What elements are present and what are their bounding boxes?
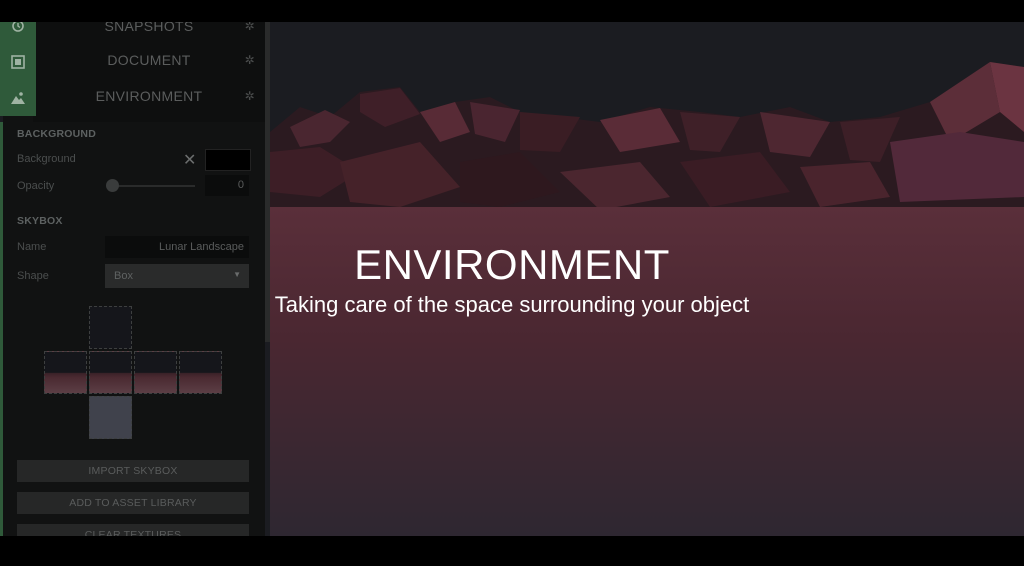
skybox-face-back[interactable] — [179, 351, 222, 394]
document-nav-button[interactable] — [0, 44, 36, 80]
clear-textures-button[interactable]: CLEAR TEXTURES — [17, 524, 249, 536]
nav-strip — [0, 22, 36, 122]
skybox-face-left[interactable] — [44, 351, 87, 394]
section-document[interactable]: DOCUMENT ✲ — [33, 42, 265, 78]
overlay-title: ENVIRONMENT — [354, 241, 670, 288]
accent-bar — [0, 122, 3, 536]
add-to-asset-library-button[interactable]: ADD TO ASSET LIBRARY — [17, 492, 249, 514]
environment-nav-button[interactable] — [0, 80, 36, 116]
history-icon — [12, 22, 24, 32]
overlay-subtitle: Taking care of the space surrounding you… — [274, 292, 750, 317]
opacity-label: Opacity — [17, 180, 55, 192]
import-skybox-button[interactable]: IMPORT SKYBOX — [17, 460, 249, 482]
gear-icon[interactable]: ✲ — [245, 22, 255, 33]
background-heading: BACKGROUND — [17, 128, 96, 140]
section-snapshots[interactable]: SNAPSHOTS ✲ — [33, 22, 265, 44]
letterbox-bottom — [0, 536, 1024, 566]
skybox-face-bottom[interactable] — [89, 396, 132, 439]
landscape-icon — [11, 92, 25, 104]
close-icon[interactable]: ✕ — [183, 150, 196, 170]
document-icon — [11, 55, 25, 69]
skybox-heading: SKYBOX — [17, 215, 63, 227]
section-snapshots-label: SNAPSHOTS — [104, 22, 194, 34]
background-color-label: Background — [17, 153, 76, 165]
background-color-swatch[interactable] — [205, 149, 251, 171]
snapshots-nav-button[interactable] — [0, 22, 36, 44]
opacity-slider-track[interactable] — [110, 185, 195, 187]
section-environment-label: ENVIRONMENT — [95, 88, 203, 104]
gear-icon[interactable]: ✲ — [245, 53, 255, 67]
opacity-input[interactable]: 0 — [205, 175, 249, 196]
app-window: SNAPSHOTS ✲ DOCUMENT ✲ ENVIRONMENT ✲ BAC… — [0, 22, 1024, 536]
letterbox-top — [0, 0, 1024, 22]
skybox-face-right[interactable] — [134, 351, 177, 394]
section-document-label: DOCUMENT — [107, 52, 191, 68]
gear-icon[interactable]: ✲ — [245, 89, 255, 103]
section-environment[interactable]: ENVIRONMENT ✲ — [33, 78, 265, 114]
opacity-slider-handle[interactable] — [106, 179, 119, 192]
skybox-face-front[interactable] — [89, 351, 132, 394]
